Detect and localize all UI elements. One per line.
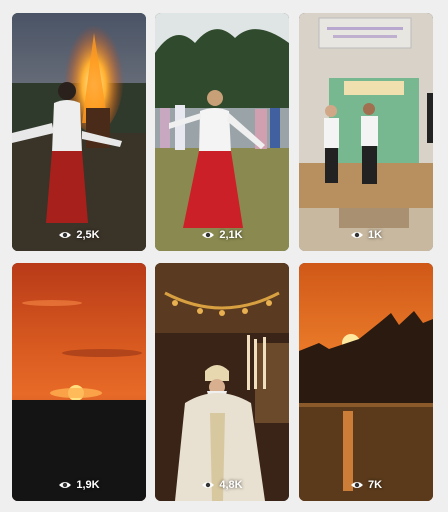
video-thumbnail xyxy=(299,263,433,501)
eye-icon xyxy=(202,232,215,238)
view-count-label: 2,1K xyxy=(219,229,243,241)
eye-icon xyxy=(350,482,363,488)
video-card-3[interactable]: 1K xyxy=(299,13,433,251)
view-count: 1,9K xyxy=(12,479,146,491)
view-count: 4,8K xyxy=(155,479,289,491)
video-card-6[interactable]: 7K xyxy=(299,263,433,501)
video-thumbnail xyxy=(12,263,146,501)
video-thumbnail xyxy=(12,13,146,251)
view-count-label: 2,5K xyxy=(76,229,100,241)
view-count-label: 7K xyxy=(367,479,383,491)
view-count: 7K xyxy=(299,479,433,491)
view-count: 1K xyxy=(299,229,433,241)
video-grid: 2,5K 2,1K 1K 1,9K 4,8K 7K xyxy=(0,0,448,512)
video-thumbnail xyxy=(299,13,433,251)
view-count-label: 1K xyxy=(367,229,383,241)
eye-icon xyxy=(350,232,363,238)
view-count-label: 1,9K xyxy=(76,479,100,491)
video-card-1[interactable]: 2,5K xyxy=(12,13,146,251)
eye-icon xyxy=(202,482,215,488)
video-card-2[interactable]: 2,1K xyxy=(155,13,289,251)
view-count: 2,1K xyxy=(155,229,289,241)
view-count-label: 4,8K xyxy=(219,479,243,491)
video-thumbnail xyxy=(155,263,289,501)
eye-icon xyxy=(59,482,72,488)
video-card-4[interactable]: 1,9K xyxy=(12,263,146,501)
video-card-5[interactable]: 4,8K xyxy=(155,263,289,501)
video-thumbnail xyxy=(155,13,289,251)
eye-icon xyxy=(59,232,72,238)
view-count: 2,5K xyxy=(12,229,146,241)
